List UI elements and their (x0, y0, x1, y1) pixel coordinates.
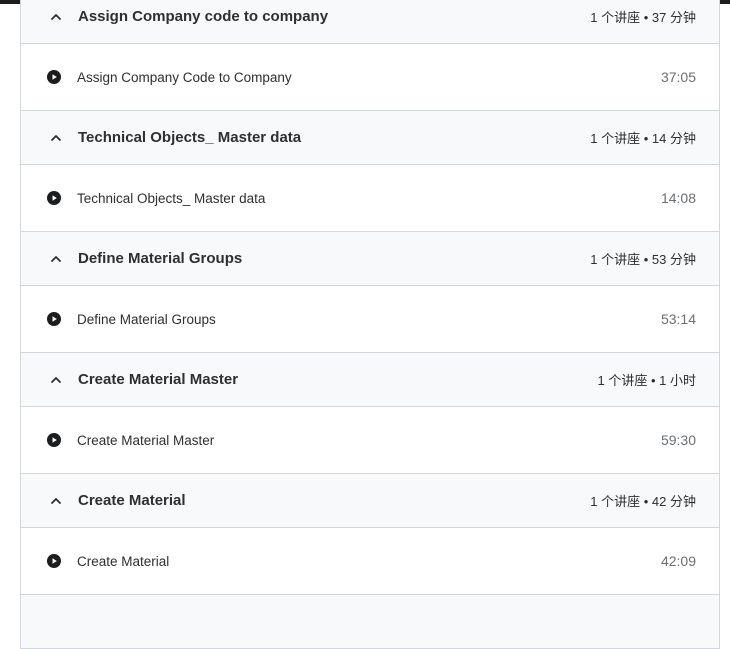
lecture-duration: 53:14 (660, 311, 696, 327)
section-header[interactable]: Assign Company code to company 1 个讲座 • 3… (21, 0, 719, 44)
section-header[interactable]: Technical Objects_ Master data 1 个讲座 • 1… (21, 111, 719, 165)
section-meta: 1 个讲座 • 53 分钟 (590, 252, 696, 267)
chevron-up-icon (48, 372, 64, 388)
play-circle-icon (46, 190, 62, 206)
lecture-item[interactable]: Technical Objects_ Master data 14:08 (21, 165, 719, 232)
section-title: Create Material (78, 492, 186, 509)
section-title: Define Material Groups (78, 250, 243, 267)
chevron-up-icon (48, 9, 64, 25)
lecture-item[interactable]: Assign Company Code to Company 37:05 (21, 44, 719, 111)
lecture-duration: 42:09 (660, 553, 696, 569)
section-header[interactable]: Create Material Master 1 个讲座 • 1 小时 (21, 353, 719, 407)
course-curriculum: Assign Company code to company 1 个讲座 • 3… (20, 0, 720, 649)
section-header[interactable]: Define Material Groups 1 个讲座 • 53 分钟 (21, 232, 719, 286)
chevron-up-icon (48, 493, 64, 509)
section-meta: 1 个讲座 • 1 小时 (597, 373, 696, 388)
lecture-title[interactable]: Technical Objects_ Master data (77, 191, 661, 206)
lecture-item[interactable]: Define Material Groups 53:14 (21, 286, 719, 353)
section-header-partial[interactable] (21, 595, 719, 649)
lecture-item[interactable]: Create Material 42:09 (21, 528, 719, 595)
lecture-item[interactable]: Create Material Master 59:30 (21, 407, 719, 474)
lecture-title[interactable]: Create Material Master (77, 433, 661, 448)
lecture-title[interactable]: Create Material (77, 554, 661, 569)
section-title: Create Material Master (78, 371, 239, 388)
section-title: Assign Company code to company (78, 8, 329, 25)
chevron-up-icon (48, 251, 64, 267)
section-meta: 1 个讲座 • 37 分钟 (590, 10, 696, 25)
play-circle-icon (46, 69, 62, 85)
chevron-up-icon (48, 130, 64, 146)
lecture-duration: 14:08 (660, 190, 696, 206)
play-circle-icon (46, 311, 62, 327)
play-circle-icon (46, 553, 62, 569)
section-meta: 1 个讲座 • 14 分钟 (590, 131, 696, 146)
lecture-title[interactable]: Assign Company Code to Company (77, 70, 661, 85)
section-title: Technical Objects_ Master data (78, 129, 302, 146)
lecture-duration: 37:05 (660, 69, 696, 85)
lecture-title[interactable]: Define Material Groups (77, 312, 661, 327)
play-circle-icon (46, 432, 62, 448)
section-header[interactable]: Create Material 1 个讲座 • 42 分钟 (21, 474, 719, 528)
section-meta: 1 个讲座 • 42 分钟 (590, 494, 696, 509)
lecture-duration: 59:30 (660, 432, 696, 448)
